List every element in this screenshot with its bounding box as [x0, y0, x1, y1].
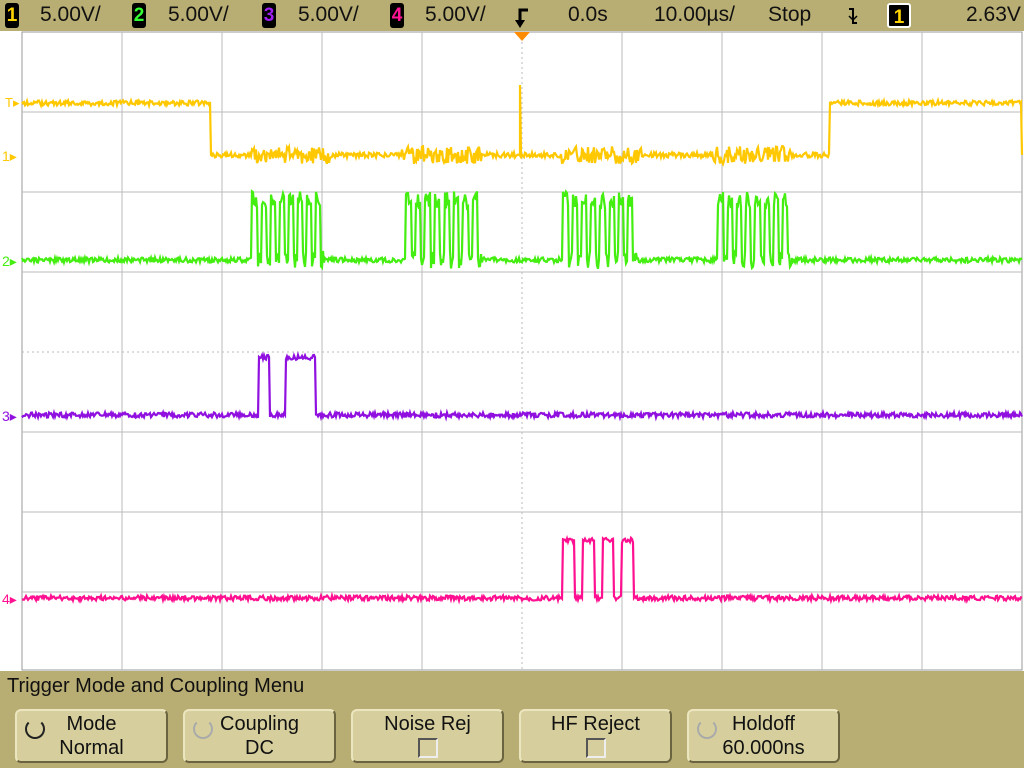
softkey-label: HF Reject	[551, 713, 640, 735]
channel-2-scale: 5.00V/	[168, 3, 229, 26]
hf-reject-checkbox[interactable]	[585, 738, 606, 758]
status-bar: 1 5.00V/ 2 5.00V/ 3 5.00V/ 4 5.00V/ 0.0s…	[0, 0, 1024, 31]
trigger-delay-icon	[515, 8, 528, 28]
rotate-knob-icon	[25, 719, 45, 739]
menu-title: Trigger Mode and Coupling Menu	[7, 675, 305, 697]
rotate-knob-icon	[697, 719, 717, 739]
delay-value: 0.0s	[568, 3, 608, 26]
waveform-display: 1▸ 2▸ 3▸ 4▸ T▸	[0, 31, 1024, 671]
channel-2-ground-marker[interactable]: 2▸	[2, 253, 17, 269]
channel-3-badge[interactable]: 3	[262, 3, 276, 28]
channel-2-badge[interactable]: 2	[132, 3, 146, 28]
channel-4-scale: 5.00V/	[425, 3, 486, 26]
mode-softkey[interactable]: Mode Normal	[15, 709, 168, 763]
timebase-value: 10.00µs/	[654, 3, 735, 26]
noise-rej-checkbox[interactable]	[417, 738, 438, 758]
softkey-label: Noise Rej	[384, 713, 471, 735]
channel-3-scale: 5.00V/	[298, 3, 359, 26]
channel-1-ground-marker[interactable]: 1▸	[2, 148, 17, 164]
softkey-value: DC	[245, 737, 274, 759]
trigger-level: 2.63V	[966, 3, 1021, 26]
softkey-value: Normal	[59, 737, 124, 759]
falling-edge-icon	[848, 8, 858, 24]
noise-rej-softkey[interactable]: Noise Rej	[351, 709, 504, 763]
channel-4-ground-marker[interactable]: 4▸	[2, 591, 17, 607]
coupling-softkey[interactable]: Coupling DC	[183, 709, 336, 763]
channel-1-badge[interactable]: 1	[5, 3, 19, 28]
channel-4-badge[interactable]: 4	[390, 3, 404, 28]
rotate-knob-icon	[193, 719, 213, 739]
hf-reject-softkey[interactable]: HF Reject	[519, 709, 672, 763]
holdoff-softkey[interactable]: Holdoff 60.000ns	[687, 709, 840, 763]
run-state: Stop	[768, 3, 812, 26]
channel-3-ground-marker[interactable]: 3▸	[2, 408, 17, 424]
softkey-value: 60.000ns	[722, 737, 805, 759]
trigger-level-marker: T▸	[5, 95, 20, 110]
trigger-source-badge: 1	[887, 3, 911, 28]
channel-1-scale: 5.00V/	[40, 3, 101, 26]
